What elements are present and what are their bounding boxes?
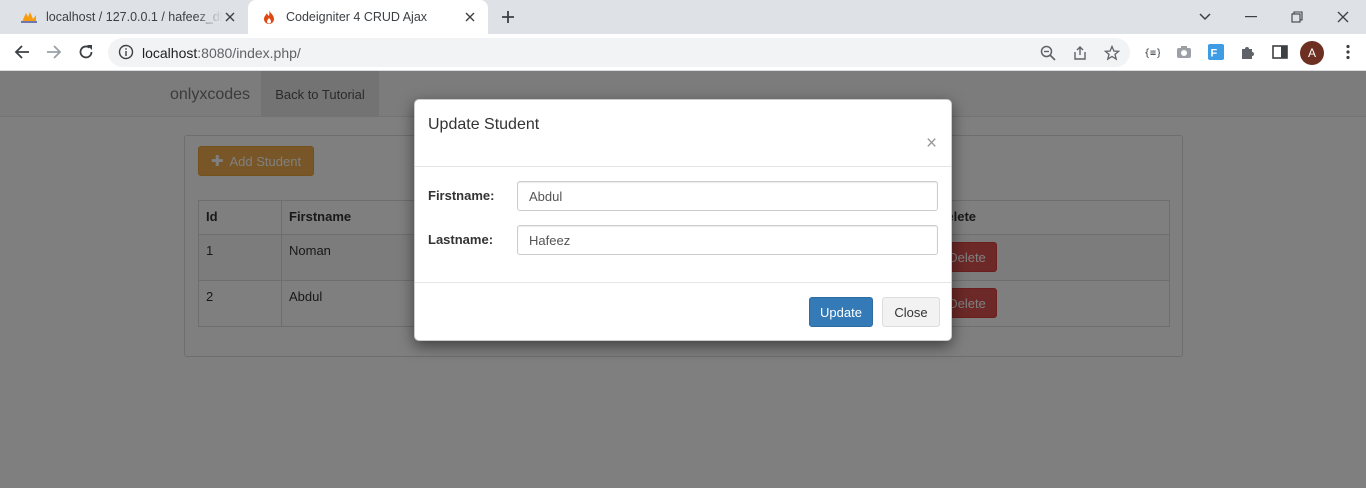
restore-icon[interactable] <box>1274 0 1320 34</box>
firstname-label: Firstname: <box>428 188 495 203</box>
lastname-row: Lastname: <box>428 225 940 255</box>
reload-icon[interactable] <box>73 40 99 64</box>
update-button[interactable]: Update <box>809 297 873 327</box>
site-info-icon[interactable] <box>118 44 134 60</box>
forward-arrow-icon[interactable] <box>41 40 67 64</box>
browser-tab-strip: localhost / 127.0.0.1 / hafeez_db / Code… <box>0 0 1366 34</box>
flame-icon <box>260 9 278 25</box>
address-bar[interactable]: localhost:8080/index.php/ <box>108 38 1130 67</box>
tab-close-icon[interactable] <box>222 9 238 25</box>
json-viewer-extension-icon[interactable]: {≡} <box>1142 42 1162 62</box>
side-panel-icon[interactable] <box>1270 42 1290 62</box>
modal-footer: Update Close <box>415 282 951 340</box>
fi-extension-icon[interactable]: F <box>1206 42 1226 62</box>
tab-search-chevron-icon[interactable] <box>1182 0 1228 34</box>
profile-avatar[interactable]: A <box>1300 41 1324 65</box>
tab-title: localhost / 127.0.0.1 / hafeez_db / <box>46 10 222 24</box>
url-text: localhost:8080/index.php/ <box>142 45 301 61</box>
firstname-row: Firstname: <box>428 181 940 211</box>
tab-close-icon[interactable] <box>462 9 478 25</box>
window-close-icon[interactable] <box>1320 0 1366 34</box>
browser-menu-icon[interactable] <box>1338 42 1358 62</box>
camera-extension-icon[interactable] <box>1174 42 1194 62</box>
close-button[interactable]: Close <box>882 297 940 327</box>
update-student-modal: Update Student × Firstname: Lastname: Up… <box>414 99 952 341</box>
zoom-icon[interactable] <box>1038 43 1058 63</box>
url-host: localhost <box>142 45 198 61</box>
minimize-icon[interactable] <box>1228 0 1274 34</box>
extensions-puzzle-icon[interactable] <box>1238 42 1258 62</box>
bookmark-star-icon[interactable] <box>1102 43 1122 63</box>
page-viewport: onlyxcodes Back to Tutorial ✚ Add Studen… <box>0 71 1366 488</box>
lastname-label: Lastname: <box>428 232 494 247</box>
phpmyadmin-icon <box>20 9 38 25</box>
lastname-input[interactable] <box>517 225 938 255</box>
url-path: :8080/index.php/ <box>197 45 301 61</box>
browser-toolbar: localhost:8080/index.php/ {≡} F A <box>0 34 1366 71</box>
fi-extension-letter: F <box>1211 48 1218 60</box>
back-arrow-icon[interactable] <box>9 40 35 64</box>
new-tab-icon[interactable] <box>498 7 518 27</box>
svg-text:{≡}: {≡} <box>1144 48 1160 58</box>
browser-tab-phpmyadmin[interactable]: localhost / 127.0.0.1 / hafeez_db / <box>8 0 248 34</box>
tab-title: Codeigniter 4 CRUD Ajax <box>286 10 428 24</box>
share-icon[interactable] <box>1070 43 1090 63</box>
modal-header: Update Student × <box>415 100 951 167</box>
modal-title: Update Student <box>428 116 540 133</box>
firstname-input[interactable] <box>517 181 938 211</box>
browser-tab-codeigniter[interactable]: Codeigniter 4 CRUD Ajax <box>248 0 488 34</box>
modal-close-icon[interactable]: × <box>926 134 937 153</box>
